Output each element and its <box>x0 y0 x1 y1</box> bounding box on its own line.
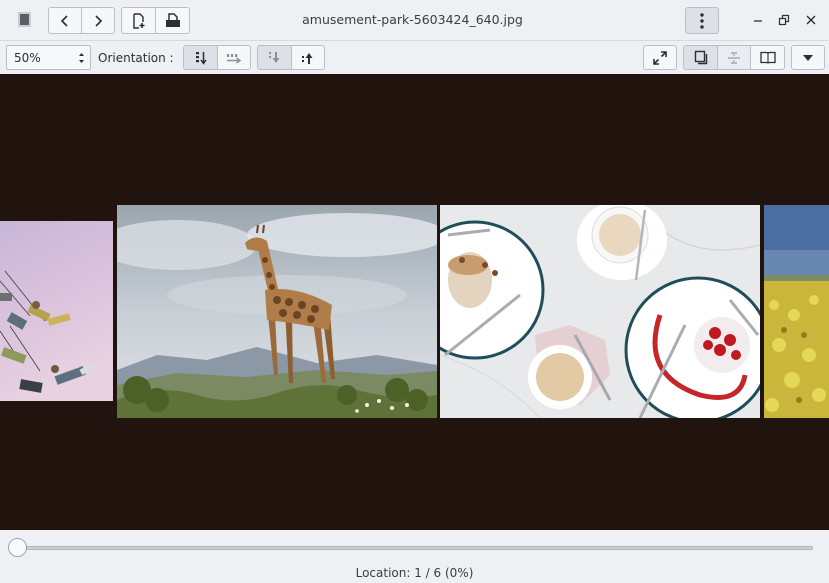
close-button[interactable] <box>803 12 819 28</box>
back-button[interactable] <box>48 7 82 34</box>
spin-arrows-icon <box>79 53 84 63</box>
page-thumbnail-amusement-park[interactable] <box>0 221 113 401</box>
toolbar: 50% Orientation : <box>0 41 829 74</box>
vertical-orientation-icon <box>195 51 207 65</box>
header-bar: amusement-park-5603424_640.jpg <box>0 0 829 41</box>
open-folder-icon <box>165 13 180 27</box>
kebab-menu-icon <box>700 12 704 29</box>
vertical-orientation-button[interactable] <box>183 45 218 70</box>
scroll-down-button[interactable] <box>257 45 292 70</box>
restore-icon <box>778 14 790 26</box>
fullscreen-button[interactable] <box>643 45 677 70</box>
forward-button[interactable] <box>81 7 115 34</box>
new-document-button[interactable] <box>121 7 156 34</box>
open-file-button[interactable] <box>155 7 190 34</box>
window-title: amusement-park-5603424_640.jpg <box>302 12 523 27</box>
continuous-page-icon <box>728 51 740 64</box>
page-thumbnail-coffee-desserts[interactable] <box>440 205 760 418</box>
arrow-down-icon <box>268 51 279 63</box>
menu-button[interactable] <box>685 7 719 34</box>
triangle-down-icon <box>803 54 813 61</box>
chevron-right-icon <box>95 14 103 27</box>
location-status: Location: 1 / 6 (0%) <box>355 566 474 580</box>
page-slider-track[interactable] <box>20 546 813 550</box>
single-page-icon <box>694 50 707 65</box>
page-thumbnail-giraffe[interactable] <box>117 205 437 418</box>
horizontal-orientation-button[interactable] <box>217 45 251 70</box>
minimize-button[interactable] <box>750 12 766 28</box>
new-document-icon <box>132 12 144 29</box>
chevron-left-icon <box>60 14 68 27</box>
more-options-dropdown[interactable] <box>791 45 825 70</box>
page-viewer[interactable] <box>0 74 829 530</box>
single-page-button[interactable] <box>683 45 718 70</box>
page-slider-handle[interactable] <box>8 538 27 557</box>
fullscreen-icon <box>653 50 667 65</box>
page-thumbnail-field[interactable] <box>764 205 829 418</box>
orientation-label: Orientation : <box>98 51 174 65</box>
horizontal-orientation-icon <box>227 53 242 64</box>
zoom-value: 50% <box>14 51 41 65</box>
close-icon <box>806 15 816 25</box>
scroll-up-button[interactable] <box>291 45 325 70</box>
restore-button[interactable] <box>776 12 792 28</box>
arrow-up-icon <box>302 52 313 64</box>
app-icon <box>18 12 31 27</box>
book-view-button[interactable] <box>750 45 785 70</box>
zoom-selector[interactable]: 50% <box>6 45 91 70</box>
continuous-page-button[interactable] <box>717 45 751 70</box>
book-view-icon <box>759 51 776 64</box>
minimize-icon <box>754 20 762 22</box>
